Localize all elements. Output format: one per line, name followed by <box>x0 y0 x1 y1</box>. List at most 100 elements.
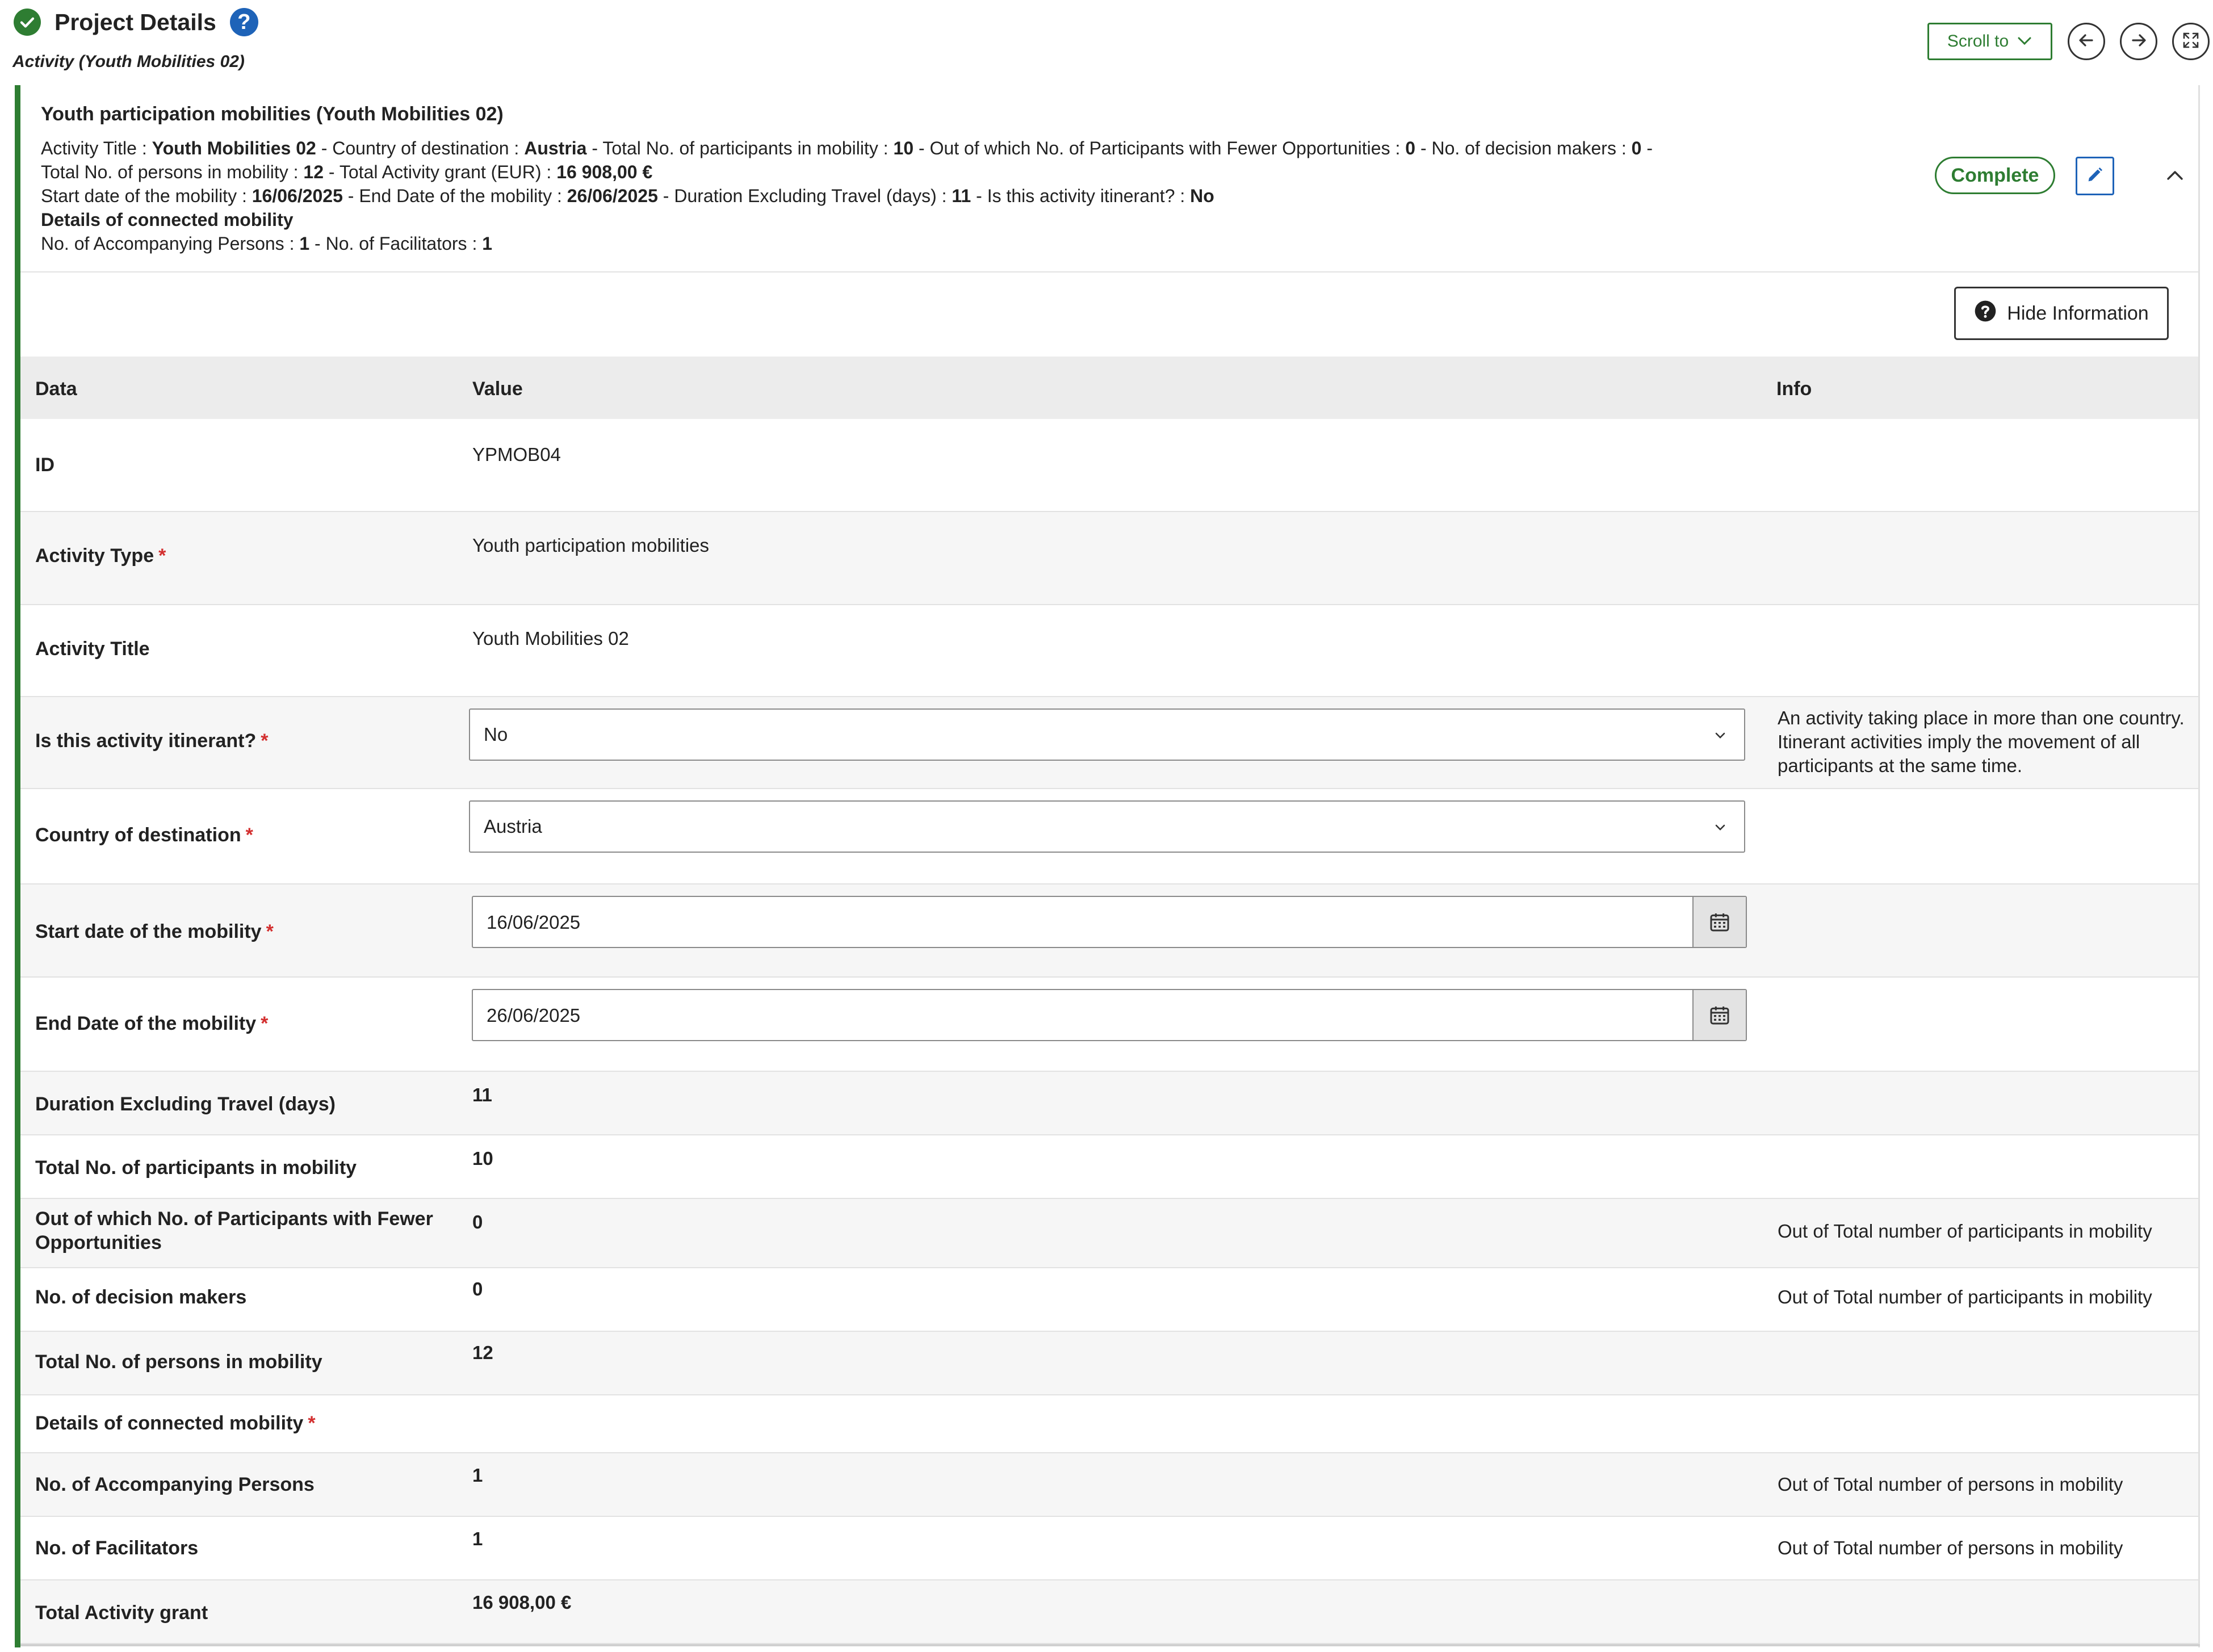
hide-information-button[interactable]: Hide Information <box>1954 287 2169 340</box>
required-marker: * <box>245 824 253 846</box>
itinerant-select-value: No <box>484 724 508 745</box>
required-marker: * <box>261 1013 269 1034</box>
row-label: Country of destination * <box>35 823 253 847</box>
row-info: An activity taking place in more than on… <box>1778 707 2185 776</box>
summary-key: - Total Activity grant (EUR) : <box>324 162 557 182</box>
summary-key: - Out of which No. of Participants with … <box>913 138 1406 158</box>
table-row-fewer-opportunities: Out of which No. of Participants with Fe… <box>20 1199 2198 1268</box>
table-row-start-date: Start date of the mobility * 16/06/2025 <box>20 884 2198 978</box>
row-value: 11 <box>472 1084 492 1105</box>
required-marker: * <box>261 730 269 752</box>
summary-value: Austria <box>524 138 587 158</box>
column-header-value: Value <box>472 378 523 400</box>
row-value: YPMOB04 <box>472 444 561 465</box>
summary-value: 1 <box>299 233 310 254</box>
row-value: Youth participation mobilities <box>472 535 710 556</box>
summary-key: - No. of Facilitators : <box>309 233 483 254</box>
summary-key: - Is this activity itinerant? : <box>971 186 1191 206</box>
calendar-button[interactable] <box>1692 990 1746 1040</box>
activity-summary: Youth participation mobilities (Youth Mo… <box>20 85 2198 272</box>
arrow-left-icon <box>2076 30 2097 53</box>
end-date-field[interactable]: 26/06/2025 <box>472 989 1747 1041</box>
chevron-down-icon <box>1711 819 1729 837</box>
table-row-activity-type: Activity Type * Youth participation mobil… <box>20 512 2198 605</box>
edit-button[interactable] <box>2076 157 2114 195</box>
table-row-id: ID YPMOB04 <box>20 419 2198 512</box>
calendar-icon <box>1710 913 1729 932</box>
row-label: Activity Title <box>35 638 150 660</box>
previous-button[interactable] <box>2068 23 2105 60</box>
chevron-down-icon <box>2017 32 2032 51</box>
summary-value: 0 <box>1405 138 1416 158</box>
row-label: Out of which No. of Participants with Fe… <box>35 1208 433 1253</box>
row-label: No. of Accompanying Persons <box>35 1474 315 1495</box>
table-row-accompanying: No. of Accompanying Persons 1 Out of Tot… <box>20 1453 2198 1517</box>
row-label: No. of Facilitators <box>35 1537 199 1559</box>
table-row-itinerant: Is this activity itinerant? * No An activ… <box>20 697 2198 789</box>
table-row-connected-mobility: Details of connected mobility * <box>20 1395 2198 1453</box>
summary-line: No. of Accompanying Persons : 1 - No. of… <box>41 232 1653 255</box>
row-label: Details of connected mobility * <box>35 1411 316 1435</box>
summary-key: - No. of decision makers : <box>1415 138 1632 158</box>
table-row-activity-title: Activity Title Youth Mobilities 02 <box>20 605 2198 697</box>
calendar-icon <box>1710 1007 1729 1025</box>
fullscreen-icon <box>2181 30 2201 53</box>
summary-value: 0 <box>1631 138 1642 158</box>
panel-border <box>2198 85 2200 1647</box>
required-marker: * <box>308 1412 316 1434</box>
check-circle-icon <box>14 9 41 36</box>
row-value: 0 <box>472 1278 483 1299</box>
summary-key: - Total No. of participants in mobility … <box>586 138 894 158</box>
row-value: 1 <box>472 1465 483 1486</box>
summary-value: Youth Mobilities 02 <box>152 138 316 158</box>
summary-key: - Country of destination : <box>316 138 525 158</box>
hide-information-label: Hide Information <box>2007 302 2149 324</box>
row-label: Duration Excluding Travel (days) <box>35 1093 336 1115</box>
row-value: 0 <box>472 1211 483 1232</box>
summary-title: Youth participation mobilities (Youth Mo… <box>41 103 504 125</box>
summary-value: 16/06/2025 <box>252 186 343 206</box>
summary-lines: Activity Title : Youth Mobilities 02 - C… <box>41 136 1653 255</box>
arrow-right-icon <box>2128 30 2149 53</box>
table-row-persons: Total No. of persons in mobility 12 <box>20 1332 2198 1395</box>
help-icon[interactable]: ? <box>229 8 258 36</box>
summary-key: Total No. of persons in mobility : <box>41 162 304 182</box>
table-row-duration: Duration Excluding Travel (days) 11 <box>20 1072 2198 1135</box>
row-info: Out of Total number of participants in m… <box>1778 1221 2152 1242</box>
row-value: 16 908,00 € <box>472 1592 572 1613</box>
summary-value: 1 <box>482 233 493 254</box>
row-label: Total No. of participants in mobility <box>35 1157 357 1179</box>
table-row-country: Country of destination * Austria <box>20 789 2198 884</box>
fullscreen-button[interactable] <box>2172 23 2210 60</box>
summary-heading: Details of connected mobility <box>41 209 294 230</box>
summary-key: - <box>1641 138 1653 158</box>
start-date-value: 16/06/2025 <box>487 912 581 933</box>
summary-value: 10 <box>893 138 914 158</box>
start-date-field[interactable]: 16/06/2025 <box>472 896 1747 948</box>
row-label-text: Country of destination <box>35 824 241 846</box>
row-label: Start date of the mobility * <box>35 920 274 944</box>
chevron-up-icon <box>2165 169 2185 185</box>
summary-line: Start date of the mobility : 16/06/2025 … <box>41 184 1653 208</box>
table-row-total-grant: Total Activity grant 16 908,00 € <box>20 1580 2198 1644</box>
summary-value: 26/06/2025 <box>567 186 658 206</box>
calendar-button[interactable] <box>1692 897 1746 947</box>
pencil-icon <box>2085 165 2105 187</box>
row-info: Out of Total number of participants in m… <box>1778 1286 2152 1307</box>
next-button[interactable] <box>2120 23 2157 60</box>
page-subtitle: Activity (Youth Mobilities 02) <box>12 52 245 71</box>
table-row-decision-makers: No. of decision makers 0 Out of Total nu… <box>20 1268 2198 1332</box>
country-select-value: Austria <box>484 816 542 837</box>
summary-line: Details of connected mobility <box>41 208 1653 232</box>
country-select[interactable]: Austria <box>469 800 1745 853</box>
row-label-text: End Date of the mobility <box>35 1013 257 1034</box>
required-marker: * <box>158 545 166 567</box>
scroll-to-button[interactable]: Scroll to <box>1927 23 2052 60</box>
row-label: Is this activity itinerant? * <box>35 729 268 753</box>
collapse-button[interactable] <box>2161 162 2189 191</box>
page-title: Project Details <box>55 9 216 35</box>
row-label: End Date of the mobility * <box>35 1012 268 1035</box>
itinerant-select[interactable]: No <box>469 708 1745 761</box>
row-label: Total Activity grant <box>35 1602 208 1624</box>
status-badge: Complete <box>1935 157 2055 194</box>
